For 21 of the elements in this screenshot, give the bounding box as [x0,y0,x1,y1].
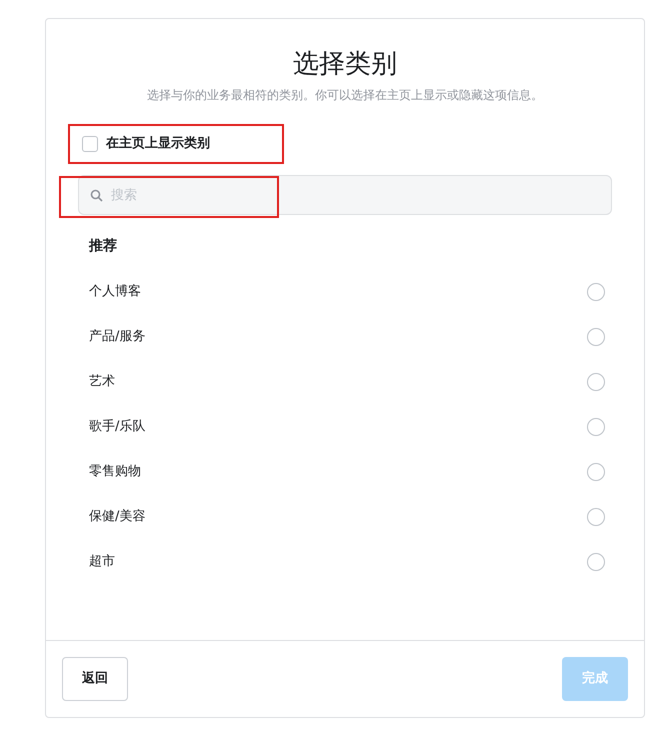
radio-button[interactable] [587,282,605,300]
back-button[interactable]: 返回 [62,657,128,701]
radio-button[interactable] [587,328,605,346]
category-label: 歌手/乐队 [89,418,146,436]
checkbox-label: 在主页上显示类别 [106,134,210,154]
radio-button[interactable] [587,372,605,390]
radio-button[interactable] [587,418,605,436]
section-title: 推荐 [89,237,118,256]
category-label: 产品/服务 [89,328,146,346]
category-label: 零售购物 [89,462,141,481]
category-label: 个人博客 [89,282,141,301]
category-label: 超市 [89,552,115,571]
dialog-subtitle: 选择与你的业务最相符的类别。你可以选择在主页上显示或隐藏这项信息。 [146,87,544,104]
radio-button[interactable] [587,462,605,480]
radio-button[interactable] [587,552,605,570]
radio-button[interactable] [587,508,605,526]
category-label: 保健/美容 [89,508,146,526]
search-icon [90,189,103,202]
checkbox[interactable] [82,136,98,152]
dialog-title: 选择类别 [292,48,398,81]
category-label: 艺术 [89,372,115,391]
